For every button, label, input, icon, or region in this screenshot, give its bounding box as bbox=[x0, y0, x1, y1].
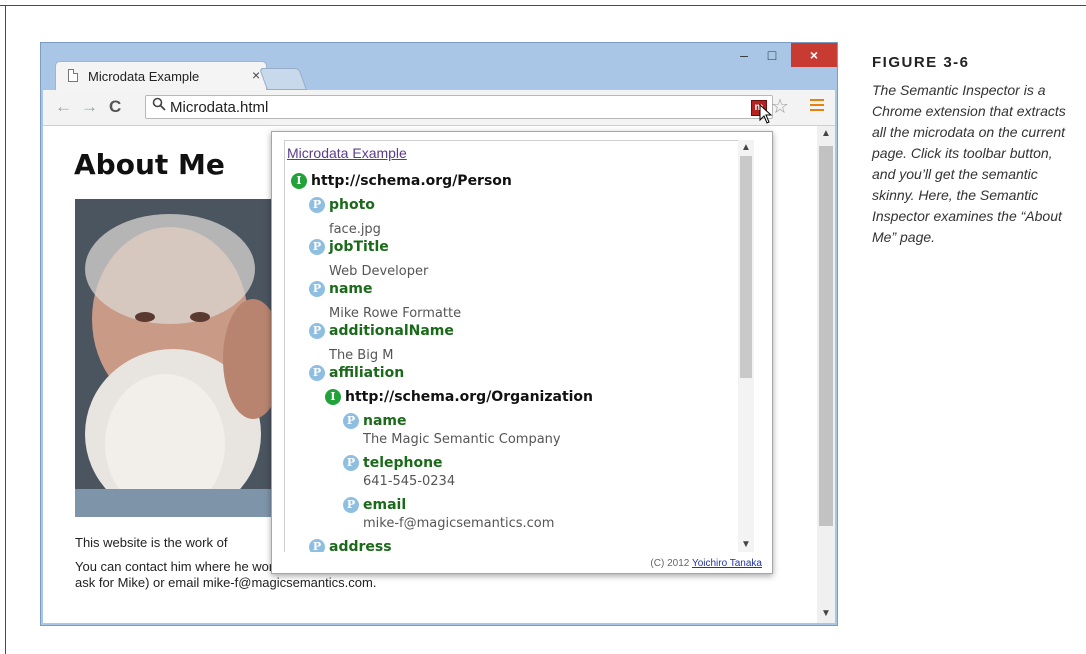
inspector-footer: (C) 2012 Yoichiro Tanaka bbox=[650, 558, 762, 569]
property-name: jobTitle bbox=[329, 238, 389, 255]
figure-frame-left bbox=[5, 5, 6, 654]
microdata-property: Pname bbox=[309, 280, 373, 298]
microdata-value: Mike Rowe Formatte bbox=[329, 304, 461, 322]
intro-text: This website is the work of bbox=[75, 535, 228, 550]
browser-tab[interactable]: Microdata Example × bbox=[55, 61, 267, 91]
microdata-property: Pemail bbox=[343, 496, 406, 514]
value-text: mike-f@magicsemantics.com bbox=[363, 516, 555, 531]
property-icon: P bbox=[309, 238, 325, 255]
microdata-property: Paddress bbox=[309, 538, 392, 552]
page-scrollbar[interactable]: ▲ ▼ bbox=[817, 126, 835, 623]
microdata-property: PjobTitle bbox=[309, 238, 389, 256]
microdata-property: Pname bbox=[343, 412, 407, 430]
microdata-property: Ptelephone bbox=[343, 454, 443, 472]
semantic-inspector-popup: Microdata Example Ihttp://schema.org/Per… bbox=[271, 131, 773, 574]
menu-hamburger-icon[interactable] bbox=[810, 99, 824, 114]
scrollbar-thumb[interactable] bbox=[819, 146, 833, 526]
property-name: name bbox=[329, 280, 373, 297]
figure-caption: The Semantic Inspector is a Chrome exten… bbox=[872, 82, 1066, 245]
contact-text-line2: ask for Mike) or email mike-f@magicseman… bbox=[75, 575, 377, 590]
item-type-text: http://schema.org/Person bbox=[311, 172, 512, 189]
microdata-property: Paffiliation bbox=[309, 364, 404, 382]
property-name: email bbox=[363, 496, 407, 513]
value-text: The Magic Semantic Company bbox=[363, 432, 561, 447]
reload-icon[interactable]: C bbox=[109, 97, 121, 117]
property-name: telephone bbox=[363, 454, 443, 471]
property-name: photo bbox=[329, 196, 375, 213]
tab-title: Microdata Example bbox=[88, 69, 200, 84]
microdata-value: The Big M bbox=[329, 346, 393, 364]
microdata-value: mike-f@magicsemantics.com bbox=[363, 514, 554, 532]
inspector-scrollbar[interactable]: ▲ ▼ bbox=[738, 140, 754, 552]
property-icon: P bbox=[309, 196, 325, 213]
inspector-scroll-down-icon[interactable]: ▼ bbox=[741, 539, 751, 550]
property-icon: P bbox=[309, 280, 325, 297]
property-icon: P bbox=[343, 454, 359, 471]
scroll-up-arrow-icon[interactable]: ▲ bbox=[821, 128, 831, 139]
figure-frame-top bbox=[0, 5, 1086, 6]
browser-toolbar: ← → C Microdata.html m ☆ bbox=[43, 90, 835, 126]
close-window-button[interactable]: × bbox=[791, 43, 837, 67]
address-text: Microdata.html bbox=[170, 99, 269, 116]
property-name: name bbox=[363, 412, 407, 429]
property-name: address bbox=[329, 538, 392, 552]
minimize-button[interactable]: – bbox=[731, 43, 757, 67]
bookmark-star-icon[interactable]: ☆ bbox=[771, 94, 789, 119]
property-icon: P bbox=[309, 364, 325, 381]
address-bar[interactable]: Microdata.html bbox=[145, 95, 773, 119]
document-icon bbox=[68, 69, 78, 82]
microdata-value: face.jpg bbox=[329, 220, 381, 238]
microdata-property: PadditionalName bbox=[309, 322, 454, 340]
value-text: Mike Rowe Formatte bbox=[329, 306, 462, 321]
item-type-icon: I bbox=[325, 388, 341, 405]
author-link[interactable]: Yoichiro Tanaka bbox=[692, 558, 762, 569]
new-tab-button[interactable] bbox=[258, 68, 308, 90]
microdata-value: Web Developer bbox=[329, 262, 428, 280]
value-text: face.jpg bbox=[329, 222, 381, 237]
property-icon: P bbox=[309, 538, 325, 552]
microdata-item-type: Ihttp://schema.org/Organization bbox=[325, 388, 593, 406]
microdata-value: The Magic Semantic Company bbox=[363, 430, 561, 448]
property-icon: P bbox=[343, 412, 359, 429]
back-arrow-icon[interactable]: ← bbox=[55, 97, 72, 117]
forward-arrow-icon[interactable]: → bbox=[81, 97, 98, 117]
scroll-down-arrow-icon[interactable]: ▼ bbox=[821, 608, 831, 619]
inspector-content: Microdata Example Ihttp://schema.org/Per… bbox=[284, 140, 754, 552]
microdata-item-type: Ihttp://schema.org/Person bbox=[291, 172, 512, 190]
search-icon bbox=[152, 97, 166, 114]
item-type-text: http://schema.org/Organization bbox=[345, 388, 594, 405]
property-name: affiliation bbox=[329, 364, 405, 381]
profile-photo bbox=[75, 199, 275, 517]
page-heading: About Me bbox=[74, 148, 225, 181]
figure-label: FIGURE 3-6 bbox=[872, 54, 970, 71]
property-icon: P bbox=[343, 496, 359, 513]
item-type-icon: I bbox=[291, 172, 307, 189]
value-text: Web Developer bbox=[329, 264, 429, 279]
inspector-scroll-up-icon[interactable]: ▲ bbox=[741, 142, 751, 153]
inspector-scrollbar-thumb[interactable] bbox=[740, 156, 752, 378]
copyright-text: (C) 2012 bbox=[650, 558, 690, 569]
inspector-title-link[interactable]: Microdata Example bbox=[287, 145, 407, 161]
property-name: additionalName bbox=[329, 322, 454, 339]
maximize-button[interactable]: □ bbox=[759, 43, 785, 67]
value-text: The Big M bbox=[329, 348, 394, 363]
property-icon: P bbox=[309, 322, 325, 339]
value-text: 641-545-0234 bbox=[363, 474, 456, 489]
microdata-value: 641-545-0234 bbox=[363, 472, 455, 490]
microdata-property: Pphoto bbox=[309, 196, 375, 214]
